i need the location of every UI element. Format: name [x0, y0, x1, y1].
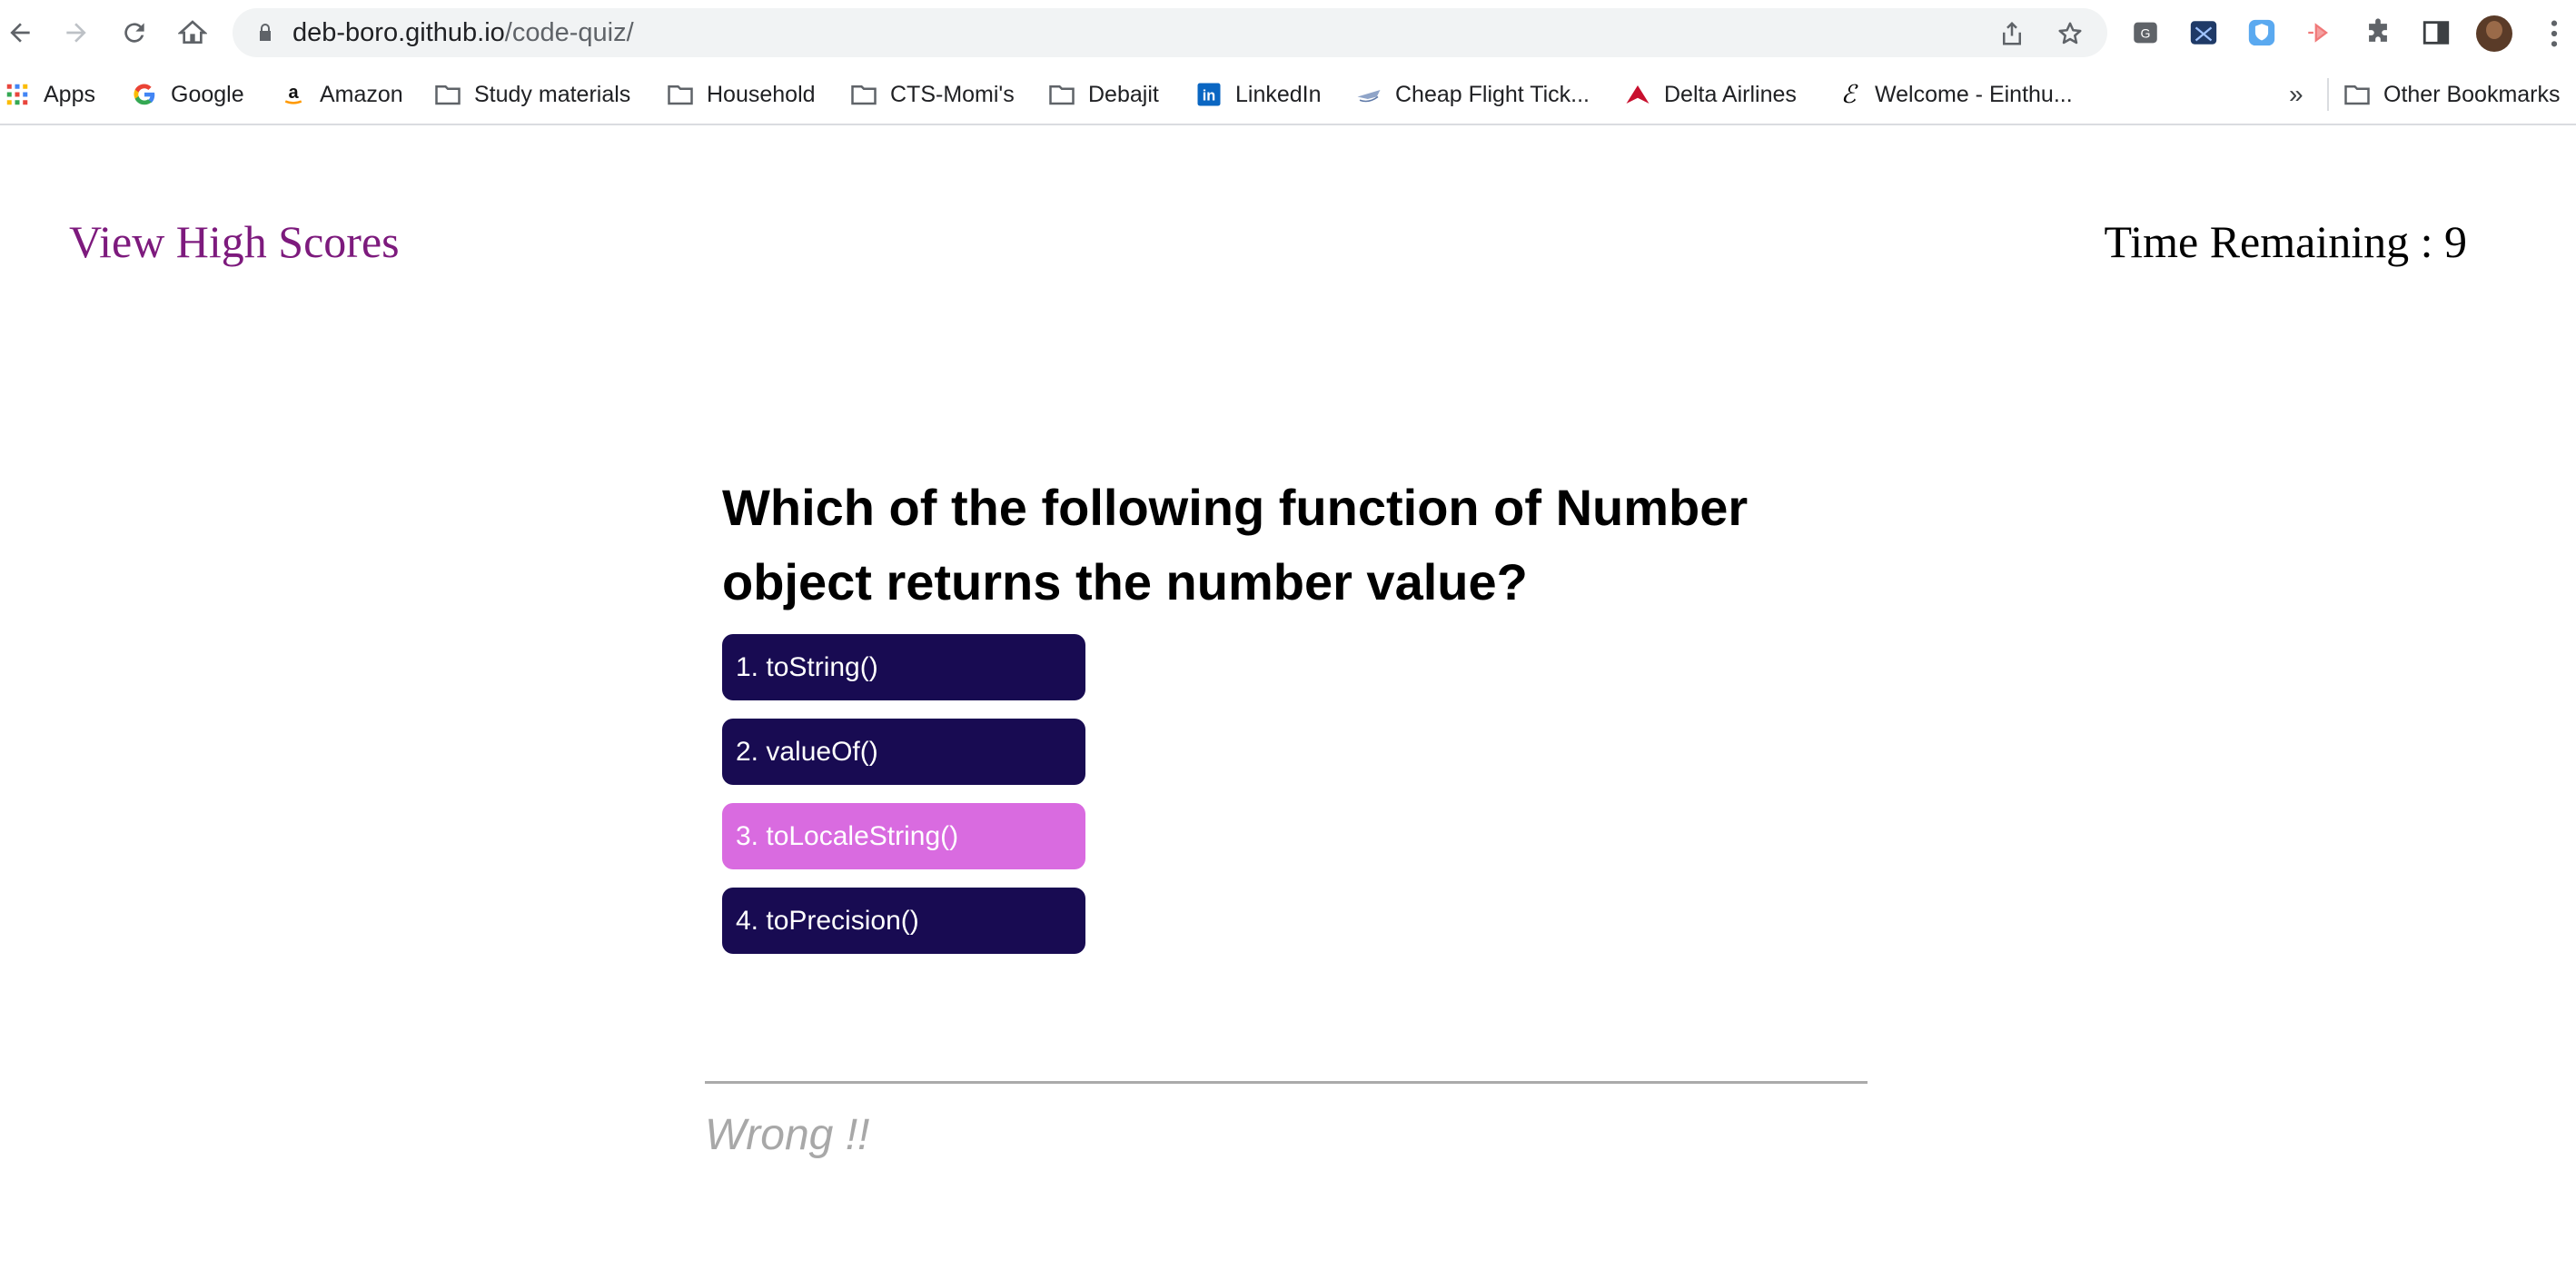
- lock-icon: [260, 24, 271, 41]
- bookmark-label: Delta Airlines: [1664, 81, 1797, 107]
- extension-arrow-icon[interactable]: [2304, 16, 2336, 49]
- bookmark-cts-momis[interactable]: CTS-Momi's: [850, 78, 1015, 111]
- bookmark-label: Amazon: [320, 81, 403, 107]
- url-text: deb-boro.github.io/code-quiz/: [292, 17, 634, 48]
- bookmark-label: Study materials: [474, 81, 631, 107]
- answer-list: 1. toString() 2. valueOf() 3. toLocaleSt…: [722, 634, 1085, 972]
- bookmark-label: Cheap Flight Tick...: [1395, 81, 1590, 107]
- bookmark-google[interactable]: Google: [131, 78, 244, 111]
- bookmark-debajit[interactable]: Debajit: [1048, 78, 1159, 111]
- bookmark-household[interactable]: Household: [667, 78, 816, 111]
- answer-button-3[interactable]: 3. toLocaleString(): [722, 803, 1085, 869]
- bookmarks-overflow-button[interactable]: »: [2289, 80, 2304, 109]
- bookmark-label: LinkedIn: [1235, 81, 1322, 107]
- feedback-divider: [705, 1081, 1868, 1084]
- reload-icon: [124, 23, 144, 43]
- svg-text:ℰ: ℰ: [1841, 81, 1859, 108]
- home-button[interactable]: [174, 15, 211, 51]
- svg-text:G: G: [2140, 27, 2150, 42]
- profile-avatar[interactable]: [2476, 15, 2512, 52]
- view-high-scores-link[interactable]: View High Scores: [69, 214, 400, 269]
- bookmark-delta-airlines[interactable]: Delta Airlines: [1624, 78, 1797, 111]
- answer-button-2[interactable]: 2. valueOf(): [722, 719, 1085, 785]
- bookmark-label: Apps: [44, 81, 95, 107]
- einthusan-icon: ℰ: [1835, 81, 1862, 108]
- bookmark-einthusan[interactable]: ℰ Welcome - Einthu...: [1835, 78, 2073, 111]
- address-bar[interactable]: deb-boro.github.io/code-quiz/: [233, 8, 2107, 57]
- bookmark-label: Household: [707, 81, 816, 107]
- share-icon[interactable]: [1998, 20, 2026, 47]
- url-host: deb-boro.github.io: [292, 18, 505, 47]
- bookmarks-bar: Apps Google a Amazon Study materials Hou…: [0, 65, 2576, 125]
- bookmarks-separator: [2327, 78, 2329, 111]
- url-path: /code-quiz/: [504, 18, 634, 47]
- forward-button[interactable]: [58, 15, 94, 51]
- svg-text:a: a: [288, 83, 299, 103]
- forward-arrow-icon: [66, 23, 86, 43]
- menu-dots-icon[interactable]: [2547, 18, 2561, 49]
- bookmark-linkedin[interactable]: in LinkedIn: [1195, 78, 1322, 111]
- other-bookmarks-label: Other Bookmarks: [2383, 81, 2561, 107]
- folder-icon: [1048, 81, 1075, 108]
- time-remaining: Time Remaining : 9: [2104, 216, 2467, 267]
- svg-text:in: in: [1203, 87, 1215, 104]
- browser-toolbar: deb-boro.github.io/code-quiz/ G: [0, 0, 2576, 65]
- answer-button-1[interactable]: 1. toString(): [722, 634, 1085, 700]
- folder-icon: [2343, 81, 2371, 108]
- extension-blue-icon[interactable]: [2187, 16, 2220, 49]
- side-panel-icon[interactable]: [2420, 16, 2452, 49]
- bookmark-label: CTS-Momi's: [890, 81, 1015, 107]
- folder-icon: [850, 81, 877, 108]
- bookmark-label: Google: [171, 81, 244, 107]
- bookmark-label: Welcome - Einthu...: [1875, 81, 2073, 107]
- delta-icon: [1624, 81, 1651, 108]
- google-icon: [131, 81, 158, 108]
- bookmark-apps[interactable]: Apps: [4, 78, 95, 111]
- linkedin-icon: in: [1195, 81, 1223, 108]
- bookmark-study-materials[interactable]: Study materials: [434, 78, 630, 111]
- back-button[interactable]: [2, 15, 38, 51]
- home-icon: [178, 20, 207, 44]
- back-arrow-icon: [10, 23, 30, 43]
- apps-grid-icon: [4, 81, 31, 108]
- extension-shield-icon[interactable]: [2245, 16, 2278, 49]
- star-bookmark-icon[interactable]: [2056, 20, 2084, 47]
- answer-button-4[interactable]: 4. toPrecision(): [722, 888, 1085, 954]
- question-text: Which of the following function of Numbe…: [722, 479, 1749, 610]
- bookmark-label: Debajit: [1088, 81, 1159, 107]
- extension-reader-icon[interactable]: G: [2129, 16, 2162, 49]
- folder-icon: [667, 81, 694, 108]
- extensions-puzzle-icon[interactable]: [2362, 16, 2394, 49]
- answer-feedback: Wrong !!: [705, 1111, 870, 1159]
- plane-icon: [1355, 81, 1382, 108]
- bookmark-cheap-flight[interactable]: Cheap Flight Tick...: [1355, 78, 1590, 111]
- amazon-icon: a: [280, 81, 307, 108]
- bookmark-amazon[interactable]: a Amazon: [280, 78, 403, 111]
- other-bookmarks[interactable]: Other Bookmarks: [2343, 78, 2561, 111]
- reload-button[interactable]: [116, 15, 153, 51]
- folder-icon: [434, 81, 461, 108]
